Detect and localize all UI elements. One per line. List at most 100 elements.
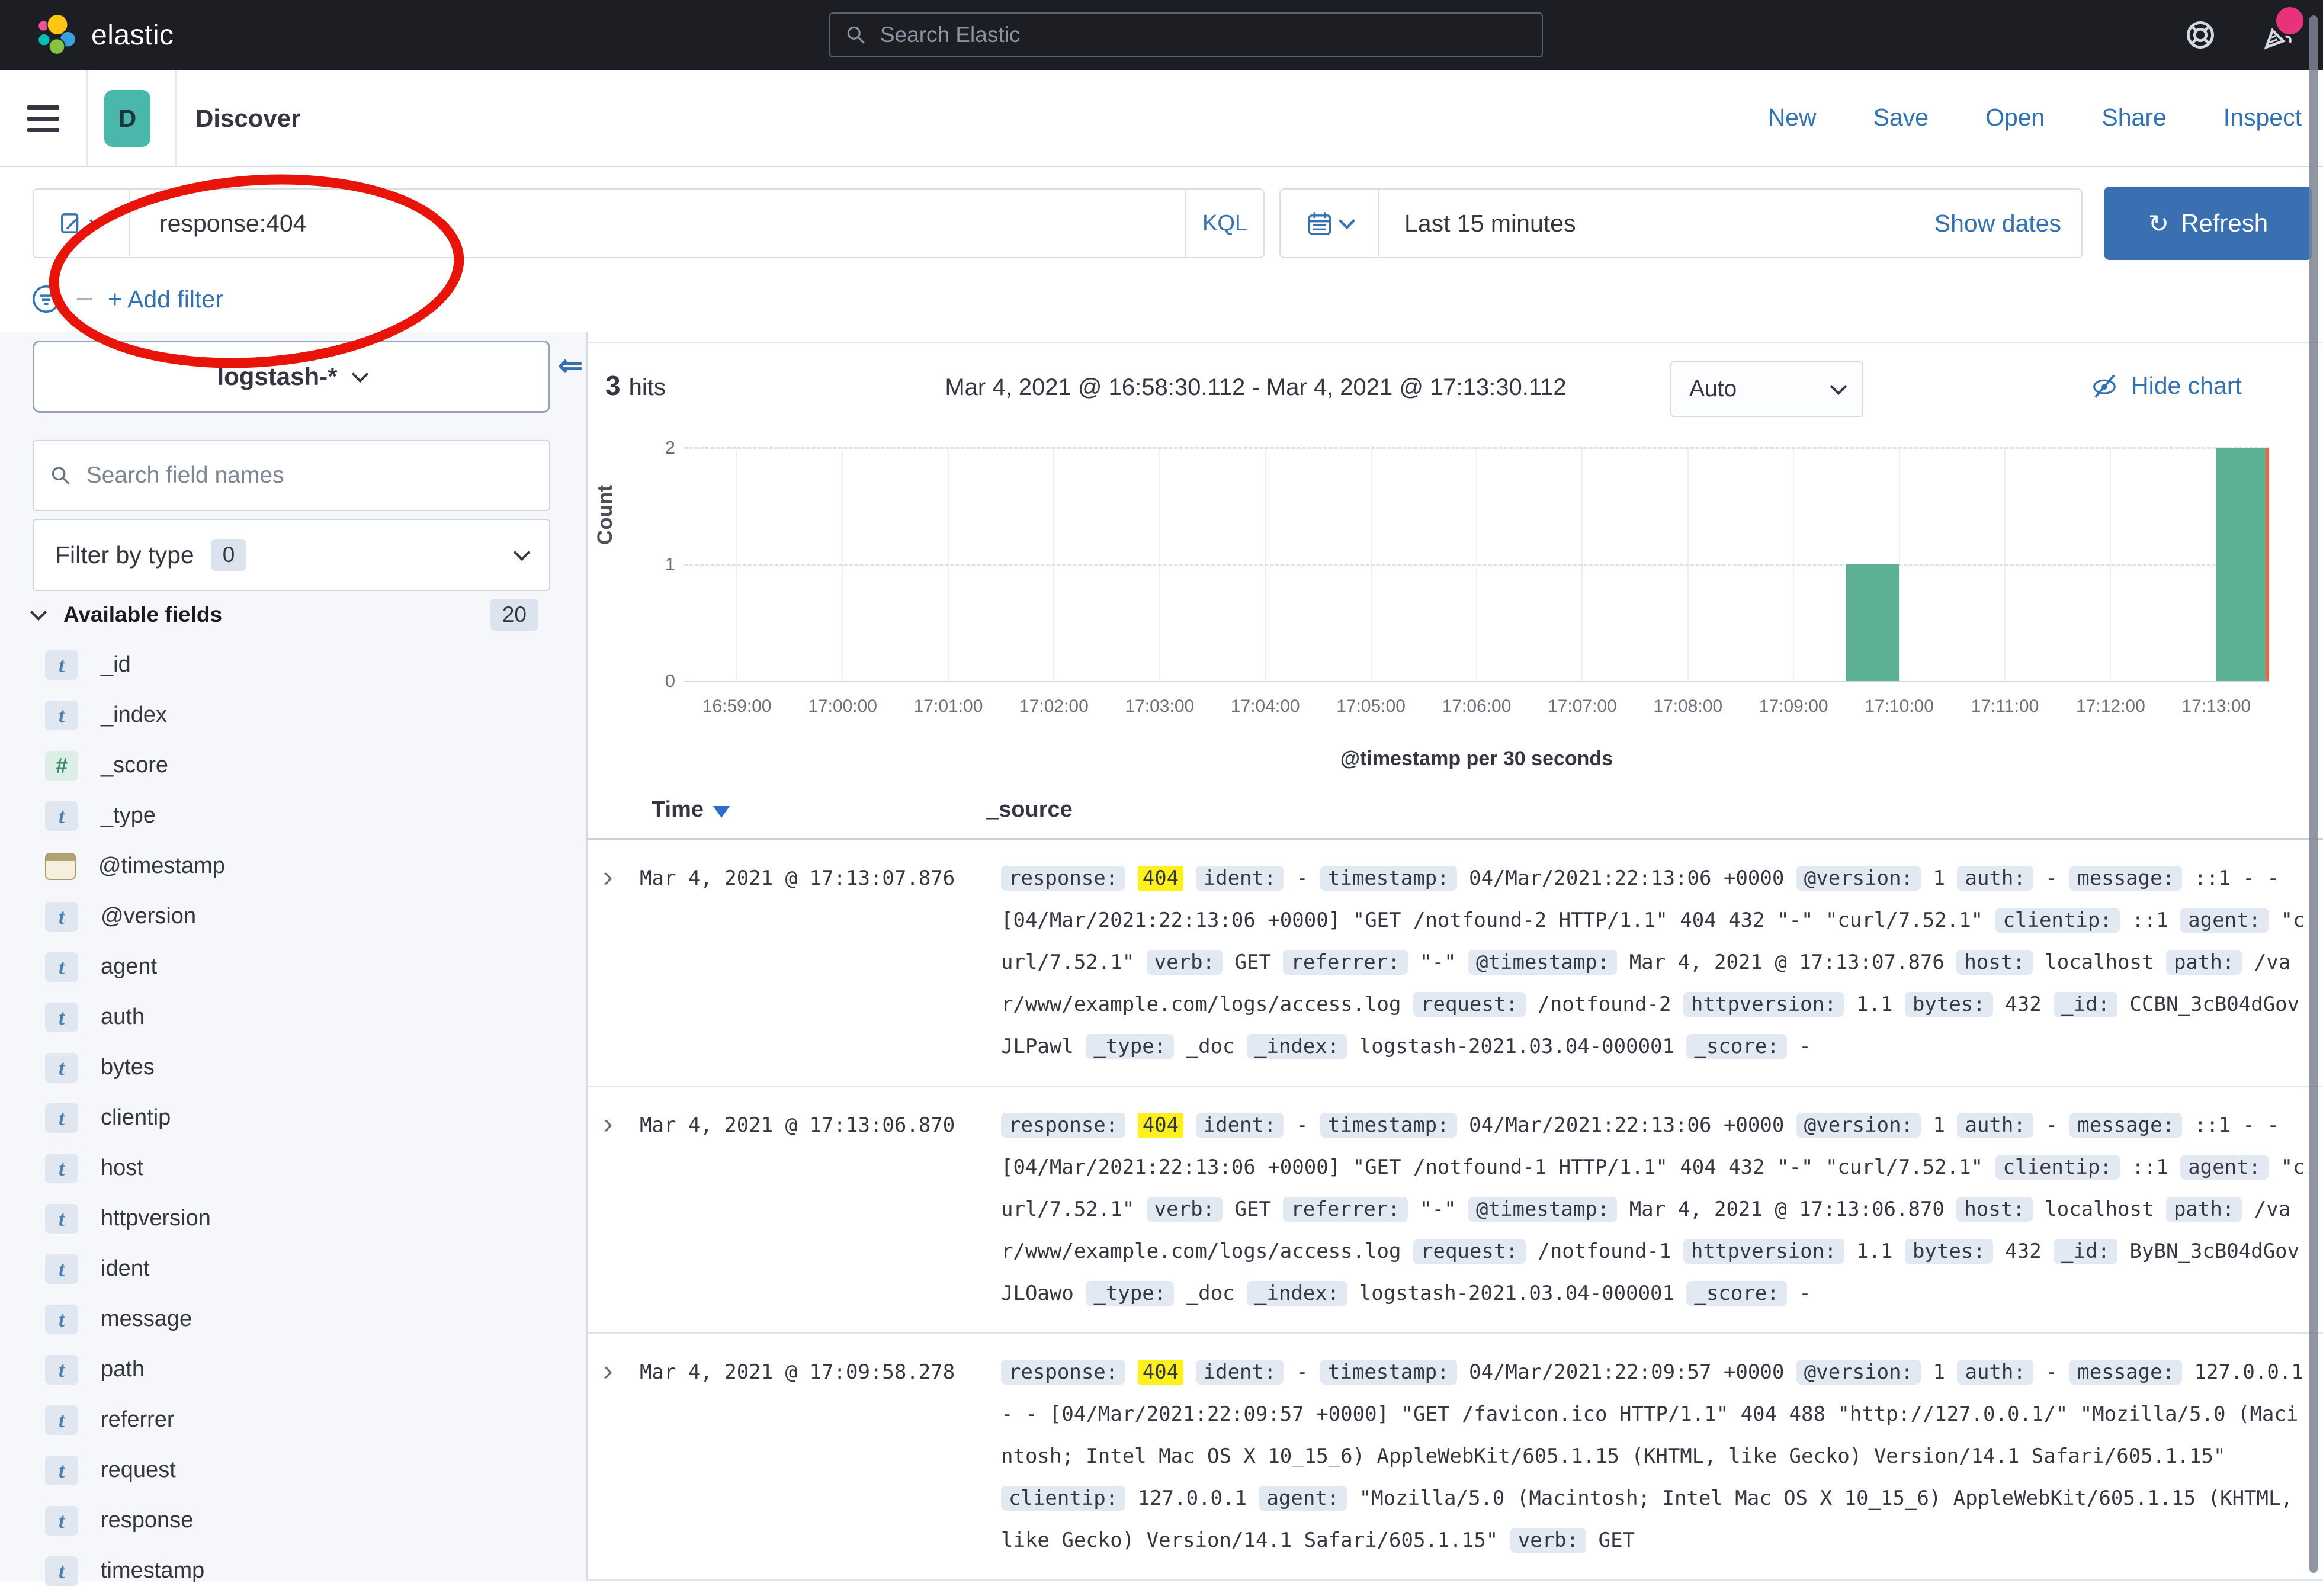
- elastic-logo[interactable]: elastic: [34, 13, 174, 57]
- gridline: [684, 447, 2269, 449]
- hits-label: hits: [629, 374, 666, 401]
- action-open[interactable]: Open: [1985, 104, 2045, 131]
- field-label: response:: [1001, 866, 1125, 891]
- field-item-@timestamp[interactable]: @timestamp: [0, 841, 586, 891]
- field-name: response: [101, 1508, 193, 1533]
- query-language-button[interactable]: KQL: [1185, 190, 1263, 257]
- field-item-request[interactable]: trequest: [0, 1445, 586, 1495]
- expand-row-icon[interactable]: ›: [603, 858, 640, 1068]
- action-new[interactable]: New: [1768, 104, 1817, 131]
- add-filter-button[interactable]: + Add filter: [108, 285, 223, 313]
- calendar-icon: [1307, 210, 1333, 236]
- collapse-sidebar-icon[interactable]: ⇐: [558, 348, 583, 383]
- help-icon[interactable]: [2183, 18, 2218, 52]
- field-name: host: [101, 1155, 143, 1181]
- field-item-response[interactable]: tresponse: [0, 1495, 586, 1546]
- x-axis-line: [684, 681, 2269, 682]
- text-type-icon: t: [45, 1103, 78, 1133]
- field-label: auth:: [1957, 1113, 2033, 1138]
- text-type-icon: t: [45, 1556, 78, 1586]
- field-item-bytes[interactable]: tbytes: [0, 1042, 586, 1093]
- available-fields-header[interactable]: Available fields 20: [33, 597, 550, 632]
- scrollbar[interactable]: [2309, 15, 2318, 1573]
- field-value: -: [1296, 1360, 1308, 1384]
- expand-row-icon[interactable]: ›: [603, 1351, 640, 1562]
- field-item-_type[interactable]: t_type: [0, 791, 586, 841]
- histogram-bar-17:09:30[interactable]: [1846, 564, 1898, 681]
- histogram-bar-17:13:00[interactable]: [2216, 448, 2269, 681]
- action-inspect[interactable]: Inspect: [2223, 104, 2302, 131]
- field-item-httpversion[interactable]: thttpversion: [0, 1193, 586, 1244]
- chevron-down-icon: [89, 213, 106, 229]
- refresh-icon: ↻: [2148, 209, 2169, 238]
- field-value: 04/Mar/2021:22:13:06 +0000: [1469, 866, 1784, 890]
- filter-icon[interactable]: [31, 284, 62, 314]
- field-name: request: [101, 1457, 176, 1483]
- field-value: /notfound-2: [1538, 993, 1671, 1016]
- global-search-input[interactable]: [879, 22, 1528, 48]
- global-search[interactable]: [829, 12, 1543, 57]
- field-value: 1: [1933, 866, 1945, 890]
- column-header-time[interactable]: Time: [603, 797, 986, 823]
- field-list: t_idt_index#_scoret_type@timestampt@vers…: [0, 640, 586, 1596]
- field-label: clientip:: [1995, 908, 2120, 933]
- time-range-end-marker: [2266, 448, 2269, 681]
- field-item-ident[interactable]: tident: [0, 1244, 586, 1294]
- hits-counter: 3 hits: [605, 370, 666, 402]
- action-save[interactable]: Save: [1873, 104, 1929, 131]
- field-label: message:: [2069, 1113, 2182, 1138]
- field-item-message[interactable]: tmessage: [0, 1294, 586, 1344]
- field-value: -: [1799, 1282, 1811, 1305]
- calendar-menu[interactable]: [1281, 190, 1379, 257]
- refresh-button[interactable]: ↻ Refresh: [2104, 187, 2312, 260]
- field-name: _type: [101, 803, 156, 828]
- menu-icon[interactable]: [27, 105, 59, 133]
- field-name: timestamp: [101, 1558, 204, 1584]
- field-item-path[interactable]: tpath: [0, 1344, 586, 1395]
- interval-select[interactable]: Auto: [1670, 361, 1863, 417]
- field-item-_score[interactable]: #_score: [0, 740, 586, 791]
- filter-by-type[interactable]: Filter by type 0: [33, 519, 550, 591]
- expand-row-icon[interactable]: ›: [603, 1104, 640, 1315]
- field-value: 1.1: [1856, 993, 1892, 1016]
- show-dates-button[interactable]: Show dates: [1934, 210, 2081, 237]
- field-label: request:: [1413, 992, 1526, 1017]
- available-fields-label: Available fields: [63, 602, 222, 627]
- y-tick-label: 1: [634, 554, 675, 575]
- field-label: ident:: [1196, 1360, 1284, 1385]
- field-label: bytes:: [1905, 992, 1993, 1017]
- field-label: response:: [1001, 1360, 1125, 1385]
- action-share[interactable]: Share: [2101, 104, 2166, 131]
- filter-by-type-count: 0: [211, 539, 247, 571]
- field-value: Mar 4, 2021 @ 17:13:06.870: [1629, 1197, 1945, 1221]
- field-search-input[interactable]: [85, 462, 534, 489]
- table-row: ›Mar 4, 2021 @ 17:13:07.876response: 404…: [586, 840, 2323, 1087]
- field-item-timestamp[interactable]: t timestamp: [0, 1546, 586, 1596]
- field-name: _score: [101, 753, 168, 778]
- date-type-icon: [45, 853, 76, 880]
- field-item-agent[interactable]: tagent: [0, 942, 586, 992]
- x-axis-label: @timestamp per 30 seconds: [884, 747, 2069, 770]
- text-type-icon: t: [45, 952, 78, 982]
- time-range-value[interactable]: Last 15 minutes: [1379, 210, 1934, 237]
- field-item-host[interactable]: thost: [0, 1143, 586, 1193]
- field-label: httpversion:: [1683, 1239, 1844, 1264]
- x-tick-label: 17:09:00: [1740, 696, 1847, 717]
- query-input[interactable]: [158, 209, 1136, 238]
- hide-chart-button[interactable]: Hide chart: [2090, 371, 2242, 400]
- field-item-clientip[interactable]: tclientip: [0, 1093, 586, 1143]
- notification-dot: [2276, 7, 2303, 34]
- hits-count: 3: [605, 370, 621, 402]
- x-tick-label: 17:12:00: [2057, 696, 2164, 717]
- field-search[interactable]: [33, 440, 550, 511]
- index-pattern-selector[interactable]: logstash-*: [33, 341, 550, 413]
- field-item-_id[interactable]: t_id: [0, 640, 586, 690]
- saved-query-menu[interactable]: [34, 190, 130, 257]
- field-item-_index[interactable]: t_index: [0, 690, 586, 740]
- hide-chart-label: Hide chart: [2131, 372, 2242, 400]
- x-tick-label: 17:03:00: [1106, 696, 1213, 717]
- field-label: host:: [1956, 950, 2032, 975]
- field-item-@version[interactable]: t@version: [0, 891, 586, 942]
- field-item-auth[interactable]: tauth: [0, 992, 586, 1042]
- field-item-referrer[interactable]: treferrer: [0, 1395, 586, 1445]
